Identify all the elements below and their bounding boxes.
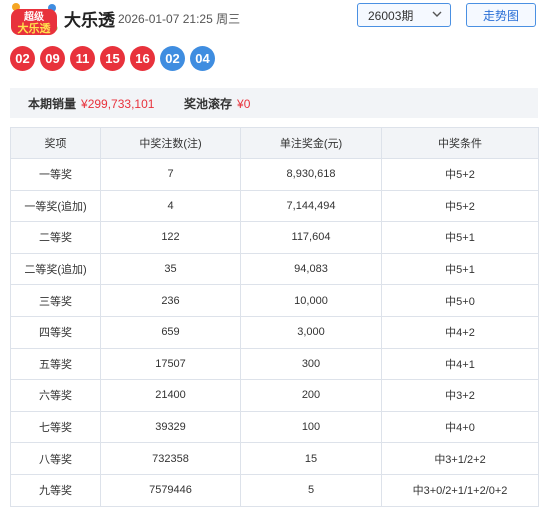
prize-amount-cell: 200 [240, 379, 382, 412]
condition-cell: 中5+1 [381, 252, 539, 286]
prize-amount-cell: 5 [240, 473, 382, 507]
winner-count-cell: 21400 [100, 379, 241, 412]
condition-cell: 中4+0 [381, 410, 539, 444]
logo-text-line2: 大乐透 [18, 21, 52, 35]
prize-level-cell: 一等奖 [10, 158, 101, 191]
prize-amount-cell: 15 [240, 442, 382, 475]
blue-ball: 02 [160, 46, 185, 71]
prize-amount-cell: 117,604 [240, 221, 382, 254]
table-row: 三等奖 236 10,000 中5+0 [10, 284, 539, 317]
prize-level-cell: 六等奖 [10, 379, 101, 412]
condition-cell: 中5+1 [381, 221, 539, 254]
period-select[interactable]: 26003期 [357, 3, 451, 27]
winner-count-cell: 732358 [100, 442, 241, 475]
winner-count-cell: 35 [100, 252, 241, 286]
chevron-down-icon [432, 11, 442, 17]
condition-cell: 中5+2 [381, 189, 539, 223]
table-row: 四等奖 659 3,000 中4+2 [10, 315, 539, 349]
prize-level-cell: 四等奖 [10, 315, 101, 349]
prize-amount-cell: 10,000 [240, 284, 382, 317]
sales-summary: 本期销量 ¥299,733,101 奖池滚存 ¥0 [10, 88, 538, 118]
red-ball: 11 [70, 46, 95, 71]
prize-amount-cell: 94,083 [240, 252, 382, 286]
winning-numbers: 02 09 11 15 16 02 04 [10, 46, 215, 72]
red-ball: 09 [40, 46, 65, 71]
condition-cell: 中5+2 [381, 158, 539, 191]
condition-cell: 中4+1 [381, 347, 539, 381]
table-row: 二等奖(追加) 35 94,083 中5+1 [10, 252, 539, 286]
winner-count-cell: 7579446 [100, 473, 241, 507]
trend-chart-button[interactable]: 走势图 [466, 3, 536, 27]
header: 超级 大乐透 大乐透 2026-01-07 21:25 周三 26003期 走势… [0, 0, 549, 40]
prize-level-cell: 七等奖 [10, 410, 101, 444]
condition-cell: 中3+1/2+2 [381, 442, 539, 475]
prize-level-cell: 九等奖 [10, 473, 101, 507]
table-row: 九等奖 7579446 5 中3+0/2+1/1+2/0+2 [10, 473, 539, 507]
table-row: 一等奖 7 8,930,618 中5+2 [10, 158, 539, 191]
prize-amount-cell: 8,930,618 [240, 158, 382, 191]
pool-value: ¥0 [237, 96, 251, 111]
sales-value: ¥299,733,101 [81, 96, 155, 111]
prize-amount-cell: 3,000 [240, 315, 382, 349]
winner-count-cell: 17507 [100, 347, 241, 381]
lottery-logo-icon: 超级 大乐透 [11, 3, 58, 35]
red-ball: 15 [100, 46, 125, 71]
winner-count-cell: 236 [100, 284, 241, 317]
table-row: 七等奖 39329 100 中4+0 [10, 410, 539, 444]
table-row: 五等奖 17507 300 中4+1 [10, 347, 539, 381]
column-header-condition: 中奖条件 [381, 127, 539, 159]
prize-amount-cell: 7,144,494 [240, 189, 382, 223]
prize-amount-cell: 100 [240, 410, 382, 444]
table-row: 八等奖 732358 15 中3+1/2+2 [10, 442, 539, 475]
prize-level-cell: 二等奖(追加) [10, 252, 101, 286]
condition-cell: 中3+2 [381, 379, 539, 412]
condition-cell: 中5+0 [381, 284, 539, 317]
winner-count-cell: 122 [100, 221, 241, 254]
prize-level-cell: 三等奖 [10, 284, 101, 317]
condition-cell: 中3+0/2+1/1+2/0+2 [381, 473, 539, 507]
winner-count-cell: 39329 [100, 410, 241, 444]
prize-level-cell: 一等奖(追加) [10, 189, 101, 223]
prize-level-cell: 二等奖 [10, 221, 101, 254]
column-header-winner-count: 中奖注数(注) [100, 127, 241, 159]
lottery-logo: 超级 大乐透 [8, 1, 60, 37]
prize-level-cell: 八等奖 [10, 442, 101, 475]
table-header-row: 奖项 中奖注数(注) 单注奖金(元) 中奖条件 [10, 127, 539, 159]
pool-label: 奖池滚存 [184, 96, 233, 111]
winner-count-cell: 4 [100, 189, 241, 223]
table-row: 二等奖 122 117,604 中5+1 [10, 221, 539, 254]
app-title: 大乐透 [64, 11, 115, 30]
prize-table: 奖项 中奖注数(注) 单注奖金(元) 中奖条件 一等奖 7 8,930,618 中5+… [10, 127, 539, 507]
sales-label: 本期销量 [28, 96, 77, 111]
column-header-prize-level: 奖项 [10, 127, 101, 159]
prize-amount-cell: 300 [240, 347, 382, 381]
draw-date: 2026-01-07 21:25 周三 [118, 12, 241, 26]
period-select-value: 26003期 [368, 8, 414, 23]
condition-cell: 中4+2 [381, 315, 539, 349]
prize-level-cell: 五等奖 [10, 347, 101, 381]
table-row: 六等奖 21400 200 中3+2 [10, 379, 539, 412]
red-ball: 16 [130, 46, 155, 71]
column-header-prize-amount: 单注奖金(元) [240, 127, 382, 159]
blue-ball: 04 [190, 46, 215, 71]
red-ball: 02 [10, 46, 35, 71]
table-row: 一等奖(追加) 4 7,144,494 中5+2 [10, 189, 539, 223]
winner-count-cell: 659 [100, 315, 241, 349]
winner-count-cell: 7 [100, 158, 241, 191]
